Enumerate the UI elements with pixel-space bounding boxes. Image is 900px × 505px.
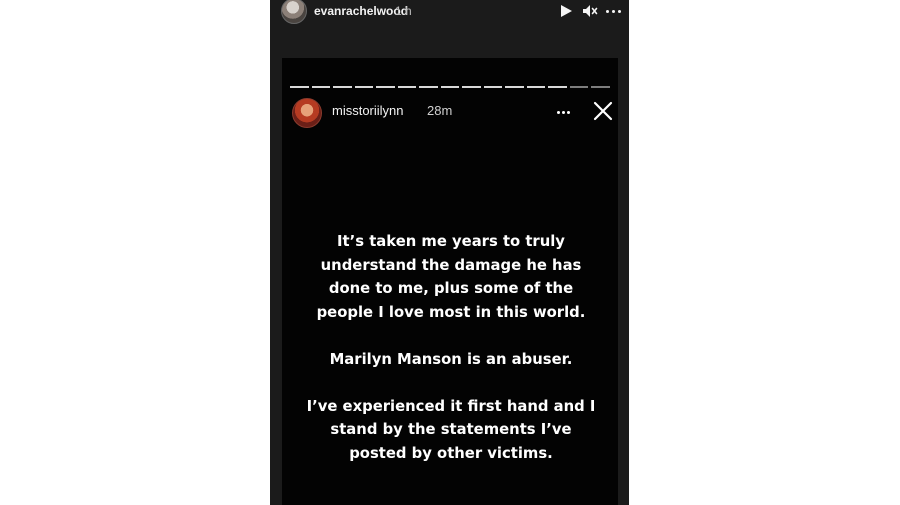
progress-segment xyxy=(311,86,331,88)
inner-story-screenshot: misstoriilynn 28m It’s taken me years to… xyxy=(282,58,618,505)
outer-story-panel: evanrachelwood 1 h misstoriilynn 28m It’… xyxy=(270,0,629,505)
progress-segment xyxy=(419,86,438,88)
outer-username[interactable]: evanrachelwood xyxy=(314,4,408,18)
inner-post-time: 28m xyxy=(427,103,453,118)
play-icon[interactable] xyxy=(558,3,574,19)
progress-segment xyxy=(483,86,503,88)
more-options-icon[interactable] xyxy=(606,3,621,19)
outer-post-time: 1 h xyxy=(395,4,412,18)
outer-story-header: evanrachelwood 1 h xyxy=(270,0,629,30)
inner-profile-avatar[interactable] xyxy=(292,98,322,128)
progress-segment xyxy=(333,86,352,88)
progress-segment xyxy=(505,86,524,88)
progress-segment xyxy=(591,86,610,88)
inner-username[interactable]: misstoriilynn xyxy=(332,103,404,118)
outer-story-controls xyxy=(558,2,621,20)
story-paragraph-1: It’s taken me years to truly understand … xyxy=(316,233,586,321)
progress-segment xyxy=(526,86,546,88)
progress-segment xyxy=(462,86,481,88)
progress-segment xyxy=(440,86,460,88)
outer-profile-avatar[interactable] xyxy=(281,0,307,24)
mute-icon[interactable] xyxy=(582,3,598,19)
progress-segment xyxy=(290,86,309,88)
progress-segment xyxy=(569,86,589,88)
more-options-icon[interactable] xyxy=(557,105,570,119)
story-paragraph-3: I’ve experienced it first hand and I sta… xyxy=(306,397,596,462)
story-progress-bars xyxy=(290,86,610,88)
progress-segment xyxy=(397,86,417,88)
progress-segment xyxy=(354,86,374,88)
progress-segment xyxy=(548,86,567,88)
progress-segment xyxy=(376,86,395,88)
story-paragraph-2: Marilyn Manson is an abuser. xyxy=(329,350,573,368)
close-icon[interactable] xyxy=(592,100,614,122)
story-message: It’s taken me years to truly understand … xyxy=(306,230,596,465)
